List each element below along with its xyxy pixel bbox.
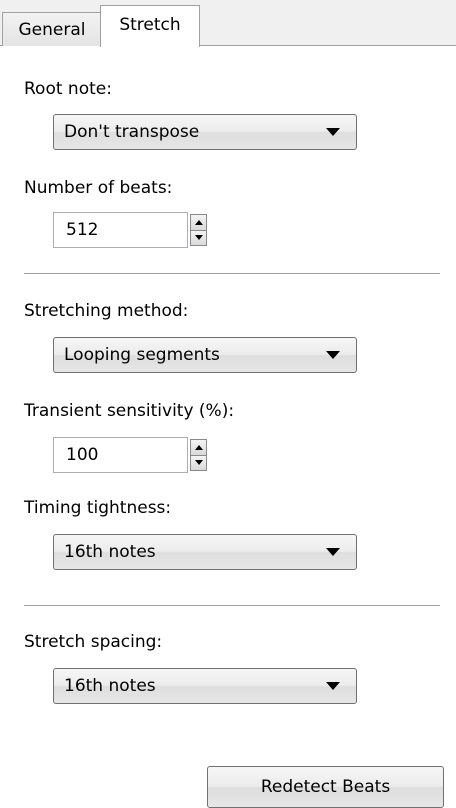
decrement-button[interactable] [190, 455, 207, 471]
chevron-down-icon [326, 682, 340, 690]
stretch-spacing-value: 16th notes [64, 676, 156, 696]
tab-stretch[interactable]: Stretch [100, 5, 200, 47]
arrow-up-icon [194, 219, 203, 225]
increment-button[interactable] [190, 214, 207, 231]
number-of-beats-spinner [53, 212, 216, 248]
stretching-method-label: Stretching method: [24, 301, 189, 321]
chevron-down-icon [326, 128, 340, 136]
decrement-button[interactable] [190, 230, 207, 246]
chevron-down-icon [326, 351, 340, 359]
root-note-value: Don't transpose [64, 122, 200, 142]
chevron-down-icon [326, 548, 340, 556]
increment-button[interactable] [190, 439, 207, 456]
root-note-label: Root note: [24, 79, 112, 99]
transient-sensitivity-input[interactable] [53, 437, 188, 473]
spinner-arrows-icon [190, 214, 207, 246]
stretch-spacing-label: Stretch spacing: [24, 632, 163, 652]
timing-tightness-value: 16th notes [64, 542, 156, 562]
stretch-spacing-dropdown[interactable]: 16th notes [53, 668, 357, 704]
spinner-arrows-icon [190, 439, 207, 471]
number-of-beats-label: Number of beats: [24, 178, 173, 198]
stretching-method-value: Looping segments [64, 345, 220, 365]
redetect-beats-button[interactable]: Redetect Beats [207, 766, 444, 808]
tab-general[interactable]: General [2, 12, 102, 46]
tab-general-label: General [18, 19, 86, 40]
tab-stretch-label: Stretch [119, 14, 181, 35]
number-of-beats-input[interactable] [53, 212, 188, 248]
transient-sensitivity-spinner [53, 437, 216, 473]
section-divider [24, 273, 440, 274]
timing-tightness-dropdown[interactable]: 16th notes [53, 534, 357, 570]
section-divider [24, 605, 440, 606]
timing-tightness-label: Timing tightness: [24, 498, 172, 518]
transient-sensitivity-label: Transient sensitivity (%): [24, 401, 235, 421]
arrow-down-icon [194, 235, 203, 241]
stretching-method-dropdown[interactable]: Looping segments [53, 337, 357, 373]
tab-strip: General Stretch [0, 0, 456, 47]
arrow-down-icon [194, 460, 203, 466]
root-note-dropdown[interactable]: Don't transpose [53, 114, 357, 150]
arrow-up-icon [194, 444, 203, 450]
